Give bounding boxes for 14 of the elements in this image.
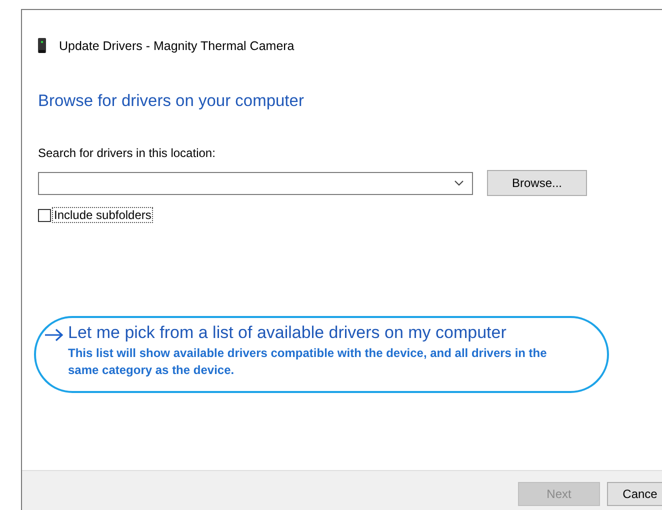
dialog-button[interactable]: Cance: [607, 482, 662, 506]
browse-button[interactable]: Browse...: [487, 170, 587, 196]
device-icon: [38, 38, 46, 53]
page-heading: Browse for drivers on your computer: [38, 92, 305, 111]
pick-option-description: This list will show available drivers compatible with the device, and all drivers in the same category as the device.: [68, 345, 548, 379]
pick-option-title[interactable]: Let me pick from a list of available drivers on my computer: [68, 323, 568, 343]
include-subfolders-label[interactable]: Include subfolders: [53, 208, 152, 222]
location-combo[interactable]: [38, 172, 473, 194]
chevron-down-icon: [454, 180, 464, 186]
arrow-icon: [44, 328, 64, 342]
window-title: Update Drivers - Magnity Thermal Camera: [59, 38, 294, 52]
location-label: Search for drivers in this location:: [38, 146, 216, 160]
pick-option-link[interactable]: Let me pick from a list of available drivers on my computer This list will show available drivers compatible with the device, and all drivers in the same category as the device.: [34, 316, 609, 393]
include-subfolders-checkbox[interactable]: [38, 208, 51, 222]
